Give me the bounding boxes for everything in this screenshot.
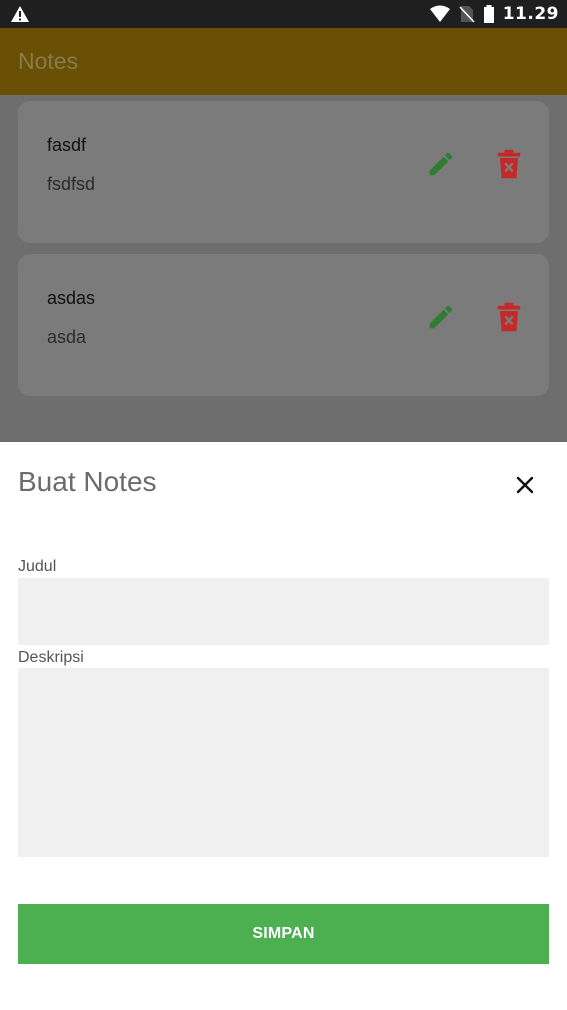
app-title: Notes [18,48,79,74]
trash-icon[interactable] [497,302,521,332]
status-time: 11.29 [502,4,559,24]
pencil-icon[interactable] [426,149,456,179]
note-title: asdas [47,288,96,308]
deskripsi-input[interactable] [18,668,549,857]
wifi-icon [429,5,450,22]
note-description: fsdfsd [47,174,96,194]
pencil-icon[interactable] [426,302,456,332]
no-sim-icon [459,6,475,23]
trash-icon[interactable] [497,149,521,179]
status-bar: 11.29 [0,0,567,28]
create-note-sheet: Buat Notes Judul Deskripsi SIMPAN [0,442,567,1010]
note-description: asda [47,327,87,347]
note-card[interactable]: fasdf fsdfsd [18,101,549,243]
note-title: fasdf [47,135,87,155]
judul-input[interactable] [18,578,549,645]
save-button[interactable]: SIMPAN [18,904,549,964]
close-icon[interactable] [512,472,538,498]
deskripsi-label: Deskripsi [18,649,84,666]
judul-label: Judul [18,558,57,575]
battery-icon [483,5,494,23]
app-bar: Notes [0,28,567,95]
warning-icon [11,6,29,22]
status-icons: 11.29 [429,0,559,28]
notes-list: fasdf fsdfsd asdas asda [0,95,567,442]
note-card[interactable]: asdas asda [18,254,549,396]
sheet-title: Buat Notes [18,466,157,497]
